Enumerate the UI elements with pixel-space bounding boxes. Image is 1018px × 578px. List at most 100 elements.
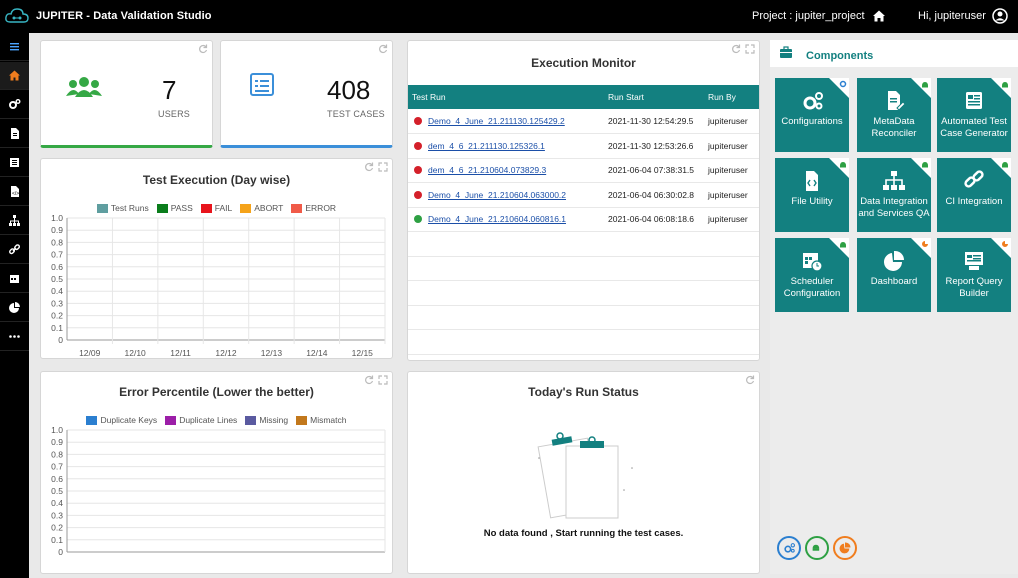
- empty-cell: [604, 231, 704, 257]
- empty-state-text: No data found , Start running the test c…: [483, 528, 684, 539]
- home-icon[interactable]: [872, 9, 886, 23]
- filter-pie-chart-button[interactable]: [833, 536, 857, 560]
- table-row[interactable]: Demo_4_June_21.211130.125429.2 2021-11-30…: [408, 109, 759, 134]
- y-tick-label: 0.1: [51, 535, 63, 545]
- report-query-icon: [937, 250, 1011, 272]
- refresh-icon[interactable]: [198, 44, 208, 54]
- filter-android-button[interactable]: [805, 536, 829, 560]
- empty-row: [408, 329, 759, 355]
- pie-badge-icon: [1002, 241, 1008, 247]
- y-tick-label: 0.3: [51, 298, 63, 308]
- empty-clipboard-icon: [537, 432, 633, 519]
- gears-icon: [775, 90, 849, 112]
- execution-monitor-card: Execution Monitor Test Run Run Start Run…: [407, 40, 760, 361]
- report-icon: [937, 90, 1011, 112]
- android-icon: [812, 544, 820, 551]
- users-stat-card[interactable]: 7 USERS: [40, 40, 213, 148]
- component-tile-automated-test-case-generator[interactable]: Automated Test Case Generator: [937, 78, 1011, 152]
- component-tile-label: Scheduler Configuration: [783, 276, 841, 299]
- test-cases-stat-card[interactable]: 408 TEST CASES: [220, 40, 393, 148]
- refresh-icon[interactable]: [745, 375, 755, 385]
- sidebar-item-reports[interactable]: [0, 149, 29, 177]
- table-row[interactable]: dem_4_6_21.210604.073829.3 2021-06-04 07:…: [408, 158, 759, 183]
- sidebar-item-dashboard[interactable]: [0, 294, 29, 322]
- link-icon: [937, 170, 1011, 192]
- test-run-cell: Demo_4_June_21.210604.063000.2: [408, 182, 604, 208]
- empty-cell: [604, 329, 704, 355]
- empty-cell: [704, 305, 759, 330]
- table-row[interactable]: dem_4_6_21.211130.125326.1 2021-11-30 12:…: [408, 133, 759, 159]
- test-run-link[interactable]: Demo_4_June_21.210604.063000.2: [428, 190, 566, 200]
- status-success-dot: [414, 215, 422, 224]
- status-failed-dot: [414, 141, 422, 150]
- y-tick-label: 0.8: [51, 237, 63, 247]
- test-run-link[interactable]: dem_4_6_21.211130.125326.1: [428, 141, 545, 151]
- gears-icon: [9, 99, 21, 109]
- execution-monitor-title: Execution Monitor: [531, 56, 636, 70]
- refresh-icon[interactable]: [378, 44, 388, 54]
- link-icon: [9, 244, 21, 255]
- y-tick-label: 0.7: [51, 462, 63, 472]
- user-avatar-icon[interactable]: [992, 8, 1008, 24]
- sidebar-item-home[interactable]: [0, 62, 29, 90]
- android-badge-icon: [1002, 162, 1008, 168]
- component-tile-data-integration-and-services-qa[interactable]: Data Integration and Services QA: [857, 158, 931, 232]
- execution-monitor-table: Test Run Run Start Run By Demo_4_June_21…: [408, 85, 759, 355]
- x-tick-label: 12/09: [79, 348, 101, 358]
- component-tile-ci-integration[interactable]: CI Integration: [937, 158, 1011, 232]
- test-run-link[interactable]: Demo_4_June_21.211130.125429.2: [428, 116, 565, 126]
- file-edit-icon: [857, 90, 931, 112]
- component-tile-configurations[interactable]: Configurations: [775, 78, 849, 152]
- empty-cell: [604, 256, 704, 281]
- component-tile-dashboard[interactable]: Dashboard: [857, 238, 931, 312]
- y-tick-label: 0.6: [51, 474, 63, 484]
- component-tile-report-query-builder[interactable]: Report Query Builder: [937, 238, 1011, 312]
- table-row[interactable]: Demo_4_June_21.210604.063000.2 2021-06-04…: [408, 182, 759, 208]
- users-icon: [66, 77, 102, 97]
- run-status-title: Today's Run Status: [528, 385, 639, 399]
- sidebar-item-ci[interactable]: [0, 236, 29, 264]
- filter-gears-button[interactable]: [777, 536, 801, 560]
- sidebar-item-metadata[interactable]: [0, 120, 29, 148]
- component-tile-label: File Utility: [791, 196, 833, 207]
- report-icon: [10, 158, 19, 167]
- android-badge-icon: [840, 162, 846, 168]
- file-icon: [11, 128, 19, 139]
- column-header-test-run[interactable]: Test Run: [408, 85, 604, 109]
- column-header-run-by[interactable]: Run By: [704, 85, 759, 109]
- y-tick-label: 0.5: [51, 486, 63, 496]
- menu-toggle-button[interactable]: [0, 33, 29, 61]
- test-run-link[interactable]: Demo_4_June_21.210604.060816.1: [428, 214, 566, 224]
- sidebar-item-scheduler[interactable]: [0, 265, 29, 293]
- run-start-cell: 2021-06-04 06:30:02.8: [604, 182, 704, 208]
- component-tile-metadata-reconciler[interactable]: MetaData Reconciler: [857, 78, 931, 152]
- sidebar-item-file-utility[interactable]: </>: [0, 178, 29, 206]
- sidebar-item-integration[interactable]: [0, 207, 29, 235]
- component-tile-file-utility[interactable]: File Utility: [775, 158, 849, 232]
- table-row[interactable]: Demo_4_June_21.210604.060816.1 2021-06-04…: [408, 207, 759, 232]
- y-tick-label: 0: [58, 335, 63, 345]
- empty-row: [408, 256, 759, 281]
- android-badge-icon: [922, 162, 928, 168]
- android-badge-icon: [922, 82, 928, 88]
- test-run-link[interactable]: dem_4_6_21.210604.073829.3: [428, 165, 546, 175]
- refresh-icon[interactable]: [731, 44, 741, 54]
- gears-icon: [784, 543, 795, 553]
- y-tick-label: 0.8: [51, 449, 63, 459]
- x-tick-label: 12/10: [125, 348, 147, 358]
- project-selector[interactable]: Project : jupiter_project: [752, 10, 865, 22]
- home-icon: [9, 70, 20, 81]
- sidebar-item-more[interactable]: [0, 323, 29, 351]
- component-tile-scheduler-configuration[interactable]: Scheduler Configuration: [775, 238, 849, 312]
- expand-icon[interactable]: [745, 44, 755, 54]
- components-panel: Components Configurations MetaData Reconc…: [770, 40, 1018, 574]
- y-tick-label: 0.4: [51, 286, 63, 296]
- android-badge-icon: [1002, 82, 1008, 88]
- column-header-run-start[interactable]: Run Start: [604, 85, 704, 109]
- sidebar-item-configurations[interactable]: [0, 91, 29, 119]
- empty-cell: [704, 329, 759, 355]
- user-greeting[interactable]: Hi, jupiteruser: [918, 10, 986, 22]
- component-tile-label: Dashboard: [870, 276, 918, 287]
- empty-cell: [704, 231, 759, 257]
- calendar-icon: [10, 275, 19, 283]
